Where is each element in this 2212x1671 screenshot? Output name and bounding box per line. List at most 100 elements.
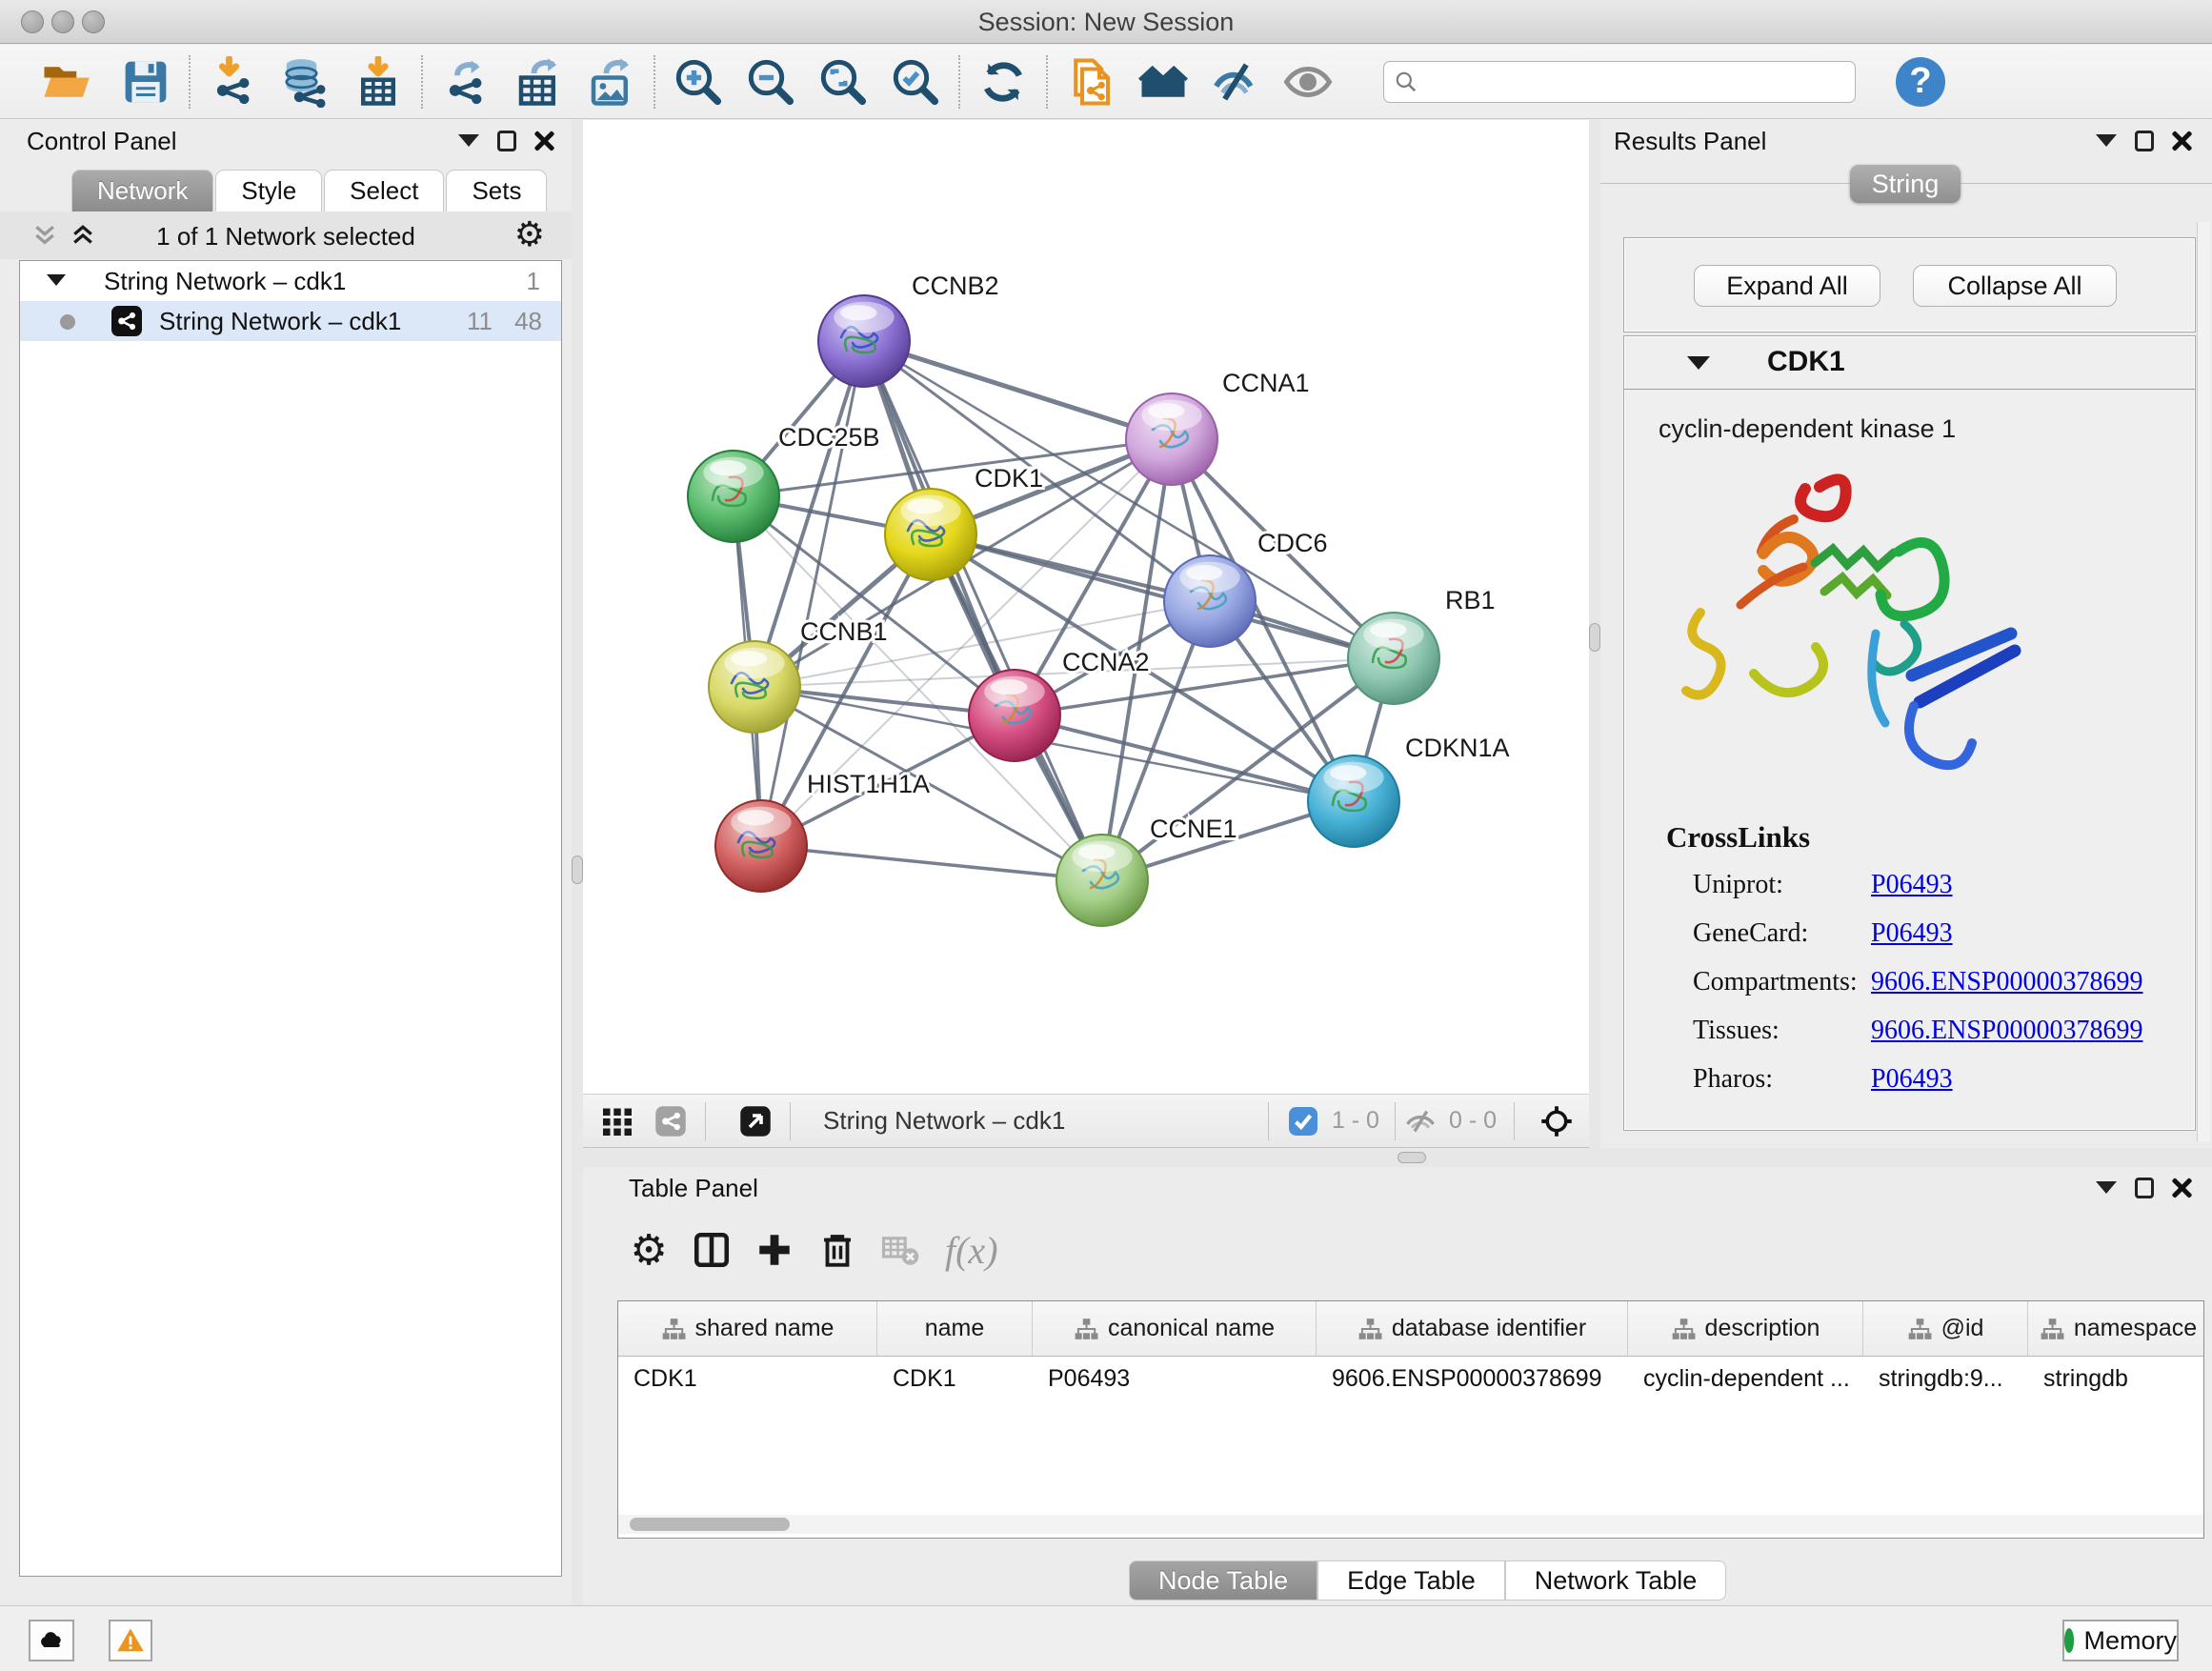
node-ccnb2[interactable] xyxy=(818,295,910,387)
crosslink-link[interactable]: P06493 xyxy=(1871,918,1953,949)
hide-annotations-icon[interactable] xyxy=(1206,52,1265,111)
node-ccne1[interactable] xyxy=(1056,835,1148,926)
help-button[interactable]: ? xyxy=(1896,57,1945,107)
tab-network[interactable]: Network xyxy=(71,170,213,211)
node-rb1[interactable] xyxy=(1348,613,1439,704)
node-ccna1[interactable] xyxy=(1126,393,1217,485)
memory-button[interactable]: Memory xyxy=(2062,1620,2179,1661)
cloud-status-button[interactable] xyxy=(29,1620,74,1661)
node-cdkn1a[interactable] xyxy=(1308,755,1399,847)
export-image-icon[interactable] xyxy=(581,52,640,111)
tab-network-table[interactable]: Network Table xyxy=(1505,1560,1727,1601)
float-table-icon[interactable] xyxy=(2135,1177,2160,1199)
table-cell[interactable]: 9606.ENSP00000378699 xyxy=(1317,1357,1628,1404)
table-cell[interactable]: CDK1 xyxy=(618,1357,877,1404)
tab-node-table[interactable]: Node Table xyxy=(1129,1560,1317,1601)
tab-sets[interactable]: Sets xyxy=(446,170,547,211)
collapse-panel-icon[interactable] xyxy=(458,130,483,152)
node-cdk1[interactable] xyxy=(885,489,976,580)
crosslink-link[interactable]: 9606.ENSP00000378699 xyxy=(1871,1016,2142,1046)
search-input[interactable] xyxy=(1426,69,1845,95)
delete-column-icon[interactable] xyxy=(806,1223,869,1277)
column-header-shared-name[interactable]: shared name xyxy=(618,1301,877,1356)
column-header-database-identifier[interactable]: database identifier xyxy=(1317,1301,1628,1356)
collapse-table-icon[interactable] xyxy=(2096,1177,2121,1199)
export-table-icon[interactable] xyxy=(509,52,568,111)
node-hist1h1a[interactable] xyxy=(715,800,807,892)
table-hscrollbar[interactable] xyxy=(618,1515,2203,1534)
first-neighbors-icon[interactable] xyxy=(1134,52,1193,111)
network-canvas[interactable]: CCNB2CCNA1CDC25BCDK1CDC6RB1CCNB1CCNA2CDK… xyxy=(583,120,1589,1094)
column-header-canonical-name[interactable]: canonical name xyxy=(1033,1301,1317,1356)
selected-checkbox-icon[interactable] xyxy=(1284,1102,1322,1140)
network-view-icon[interactable] xyxy=(652,1102,690,1140)
node-cdc6[interactable] xyxy=(1164,555,1256,647)
create-column-icon[interactable] xyxy=(743,1223,806,1277)
table-cell[interactable]: stringdb:9... xyxy=(1863,1357,2028,1404)
edge-ccnb2-ccna1[interactable] xyxy=(864,341,1172,439)
protein-card-header[interactable]: CDK1 xyxy=(1624,336,2195,390)
tab-edge-table[interactable]: Edge Table xyxy=(1317,1560,1505,1601)
close-results-icon[interactable] xyxy=(2171,130,2196,152)
node-ccnb1[interactable] xyxy=(709,641,800,733)
crosslink-link[interactable]: P06493 xyxy=(1871,1064,1953,1095)
crosslink-link[interactable]: 9606.ENSP00000378699 xyxy=(1871,967,2142,997)
open-session-icon[interactable] xyxy=(36,52,95,111)
delete-table-icon[interactable] xyxy=(869,1223,932,1277)
warning-status-button[interactable] xyxy=(109,1620,152,1661)
node-cdc25b[interactable] xyxy=(688,451,779,542)
zoom-in-icon[interactable] xyxy=(669,52,728,111)
expand-all-button[interactable]: Expand All xyxy=(1694,265,1880,307)
window-title: Session: New Session xyxy=(0,8,2212,37)
hidden-eye-icon[interactable] xyxy=(1401,1102,1439,1140)
table-options-gear-icon[interactable]: ⚙ xyxy=(617,1223,680,1277)
refresh-view-icon[interactable] xyxy=(974,52,1033,111)
float-results-icon[interactable] xyxy=(2135,130,2160,152)
edge-ccnb2-ccne1[interactable] xyxy=(864,341,1102,880)
close-table-icon[interactable] xyxy=(2171,1177,2196,1199)
function-builder-icon[interactable]: f(x) xyxy=(945,1228,998,1273)
bottom-splitter[interactable] xyxy=(583,1148,2212,1167)
network-options-gear-icon[interactable]: ⚙ xyxy=(514,215,545,254)
results-scrollbar[interactable] xyxy=(2197,222,2210,1141)
table-row[interactable]: CDK1CDK1P064939606.ENSP00000378699cyclin… xyxy=(618,1357,2203,1404)
zoom-out-icon[interactable] xyxy=(741,52,800,111)
node-ccna2[interactable] xyxy=(969,670,1060,761)
collection-expand-icon[interactable] xyxy=(47,274,66,286)
collapse-all-button[interactable]: Collapse All xyxy=(1913,265,2117,307)
tab-string[interactable]: String xyxy=(1850,165,1961,203)
show-columns-icon[interactable] xyxy=(680,1223,743,1277)
zoom-fit-icon[interactable] xyxy=(814,52,873,111)
detach-view-icon[interactable] xyxy=(736,1102,774,1140)
table-cell[interactable]: P06493 xyxy=(1033,1357,1317,1404)
left-splitter[interactable] xyxy=(572,120,583,1605)
network-collection-row[interactable]: String Network – cdk1 1 xyxy=(20,261,561,301)
right-splitter[interactable] xyxy=(1589,120,1600,1148)
table-cell[interactable]: CDK1 xyxy=(877,1357,1033,1404)
export-network-icon[interactable] xyxy=(436,52,495,111)
protein-collapse-icon[interactable] xyxy=(1687,356,1710,370)
close-panel-icon[interactable] xyxy=(533,130,558,152)
column-header-description[interactable]: description xyxy=(1628,1301,1863,1356)
birds-eye-view-icon[interactable] xyxy=(1538,1102,1576,1140)
show-annotations-icon[interactable] xyxy=(1278,52,1337,111)
save-session-icon[interactable] xyxy=(116,52,175,111)
float-panel-icon[interactable] xyxy=(497,130,522,152)
tab-style[interactable]: Style xyxy=(215,170,322,211)
crosslink-link[interactable]: P06493 xyxy=(1871,870,1953,900)
tab-select[interactable]: Select xyxy=(324,170,444,211)
column-header-name[interactable]: name xyxy=(877,1301,1033,1356)
collapse-results-icon[interactable] xyxy=(2096,130,2121,152)
network-row[interactable]: String Network – cdk1 11 48 xyxy=(20,301,561,341)
copy-network-icon[interactable] xyxy=(1061,52,1120,111)
import-network-database-icon[interactable] xyxy=(276,52,335,111)
column-header-@id[interactable]: @id xyxy=(1863,1301,2028,1356)
column-header-namespace[interactable]: namespace xyxy=(2028,1301,2204,1356)
table-cell[interactable]: stringdb xyxy=(2028,1357,2204,1404)
import-table-icon[interactable] xyxy=(349,52,408,111)
table-hscroll-thumb[interactable] xyxy=(630,1518,790,1531)
grid-view-icon[interactable] xyxy=(598,1102,636,1140)
zoom-selected-icon[interactable] xyxy=(886,52,945,111)
table-cell[interactable]: cyclin-dependent ... xyxy=(1628,1357,1863,1404)
import-network-file-icon[interactable] xyxy=(204,52,263,111)
